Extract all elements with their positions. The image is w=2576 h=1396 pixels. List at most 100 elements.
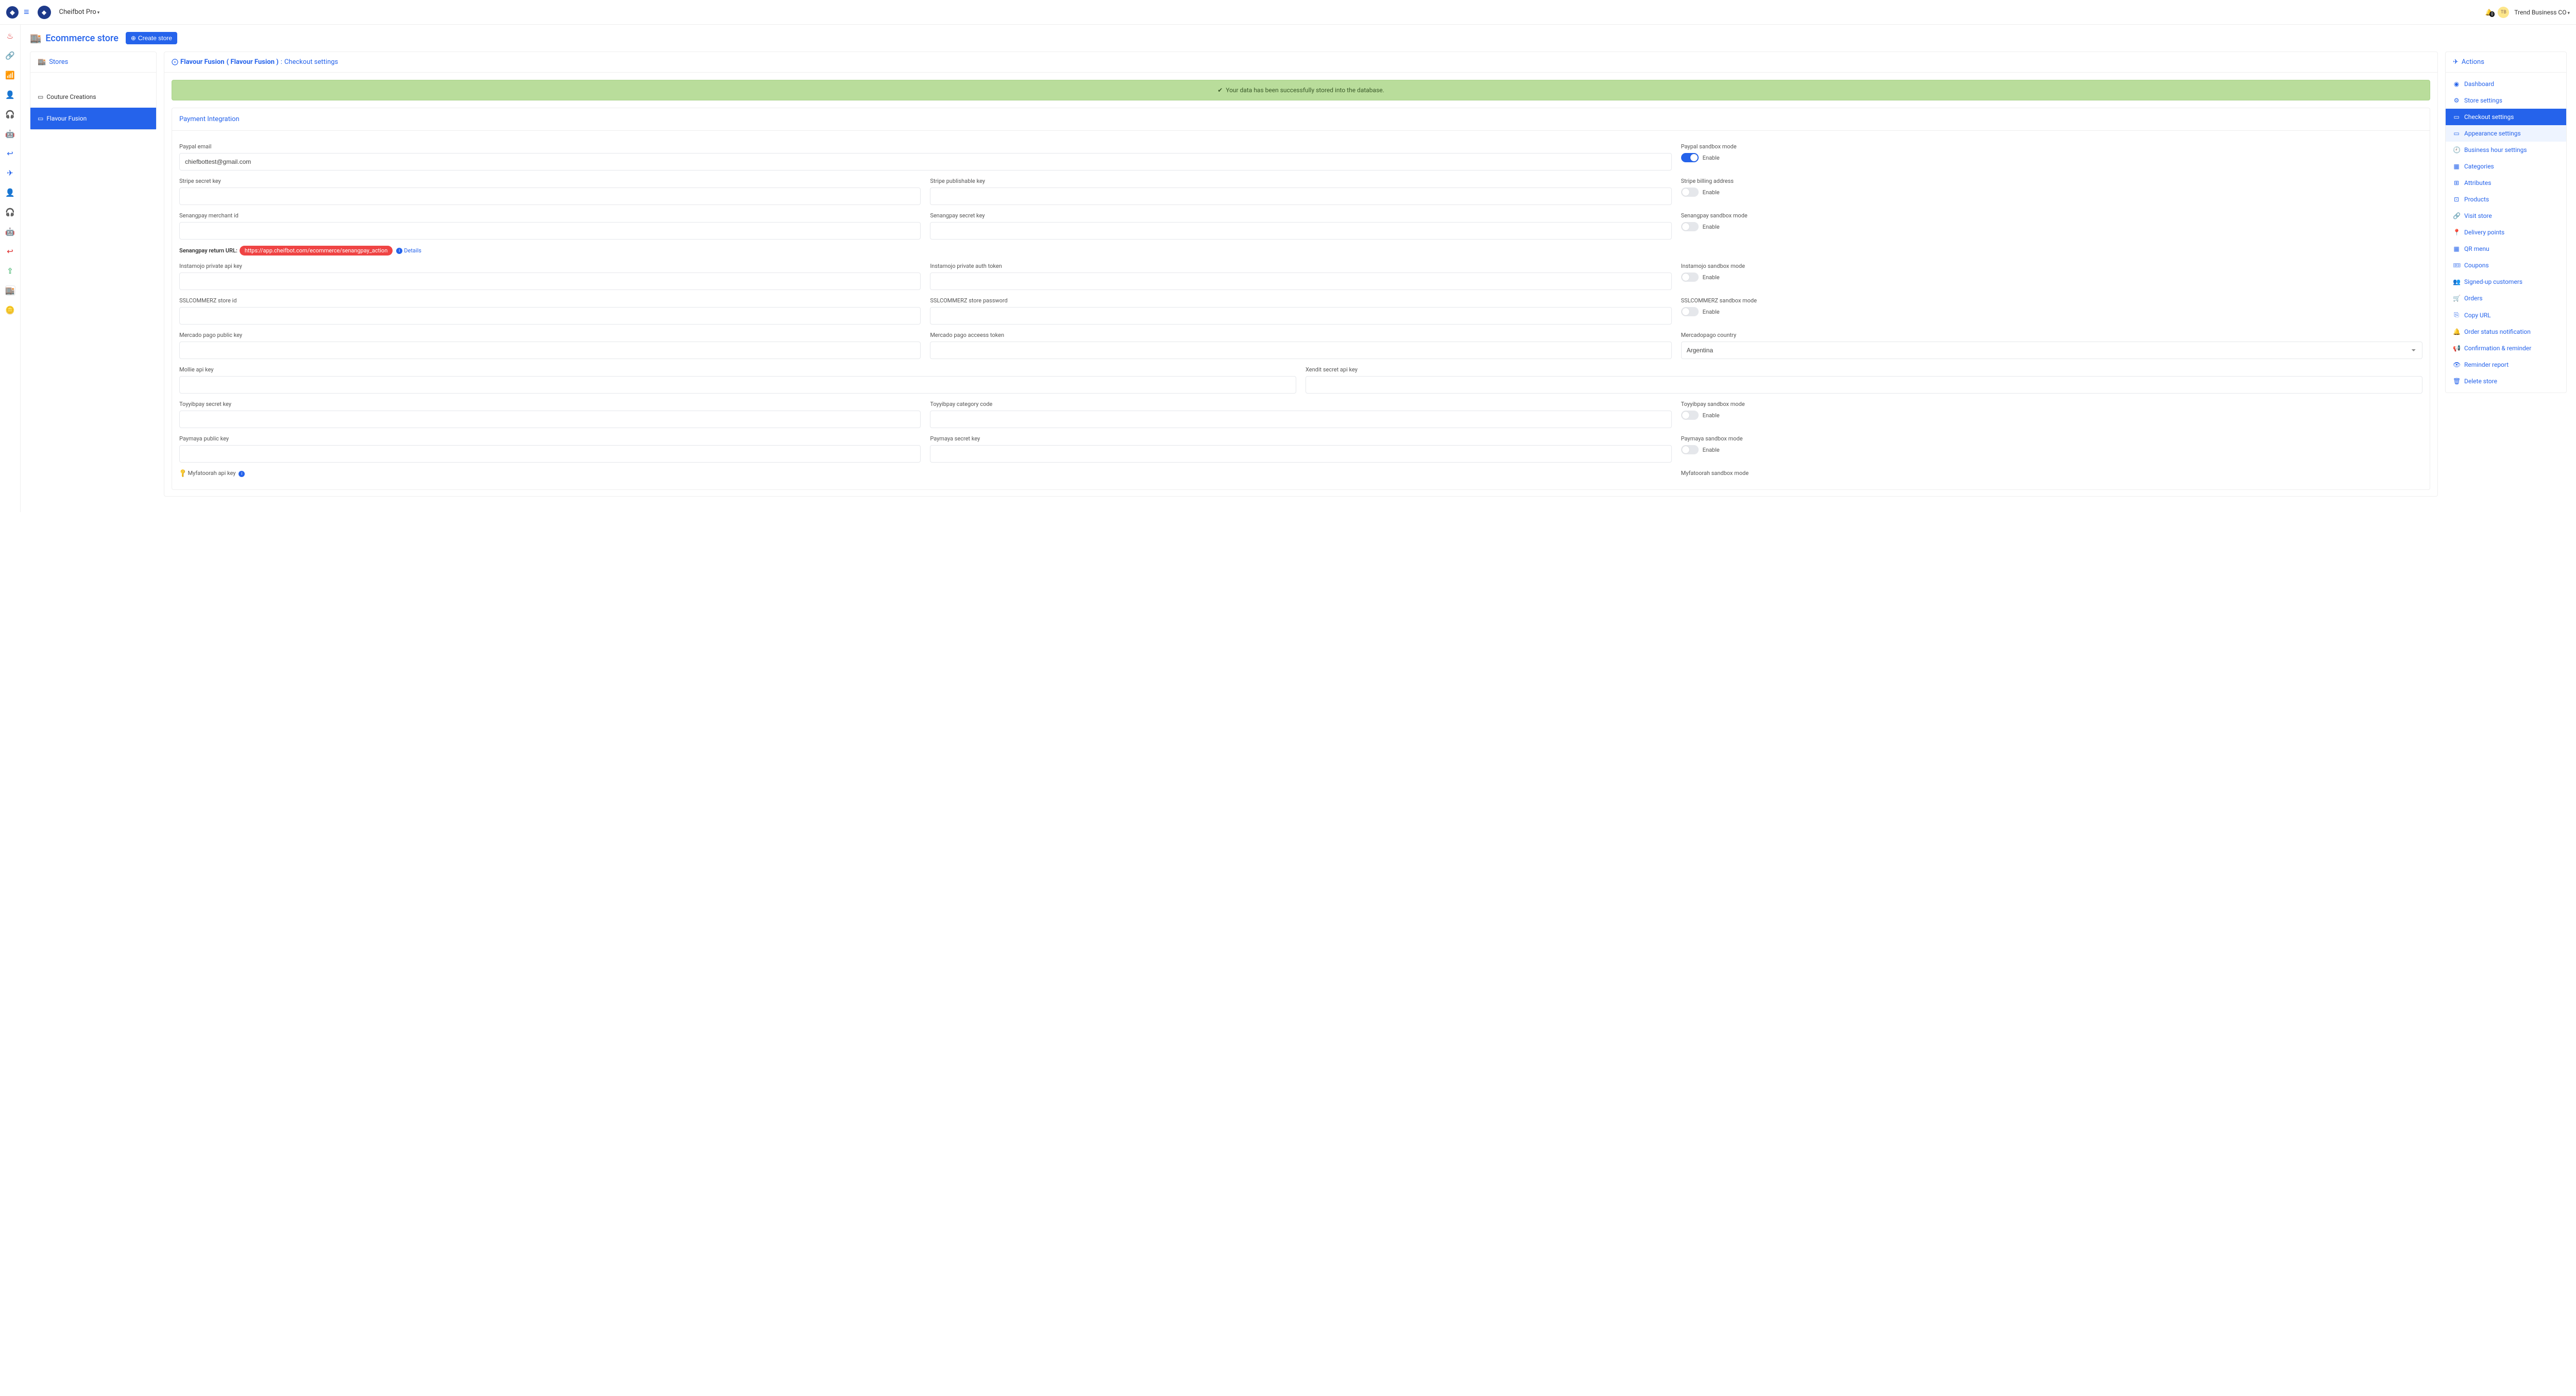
action-item-order-status-notification[interactable]: 🔔Order status notification (2446, 324, 2566, 340)
toggle-paymaya-sandbox[interactable] (1681, 445, 1699, 454)
notifications-icon[interactable]: 🔔0 (2485, 9, 2493, 16)
plus-circle-icon: ⊕ (131, 35, 136, 42)
action-label: Orders (2464, 295, 2483, 302)
action-item-confirmation-reminder[interactable]: 📢Confirmation & reminder (2446, 340, 2566, 356)
action-icon: ▭ (2453, 113, 2460, 121)
rail-reply2-icon[interactable]: ↩ (5, 246, 15, 257)
rail-bot2-icon[interactable]: 🤖 (5, 227, 15, 237)
rail-reply-icon[interactable]: ↩ (5, 148, 15, 159)
action-item-products[interactable]: ⊡Products (2446, 191, 2566, 208)
store-item-couture[interactable]: ▭ Couture Creations (30, 86, 156, 108)
action-label: Delivery points (2464, 229, 2504, 236)
action-item-checkout-settings[interactable]: ▭Checkout settings (2446, 109, 2566, 125)
senangpay-return-row: Senangpay return URL: https://app.cheifb… (179, 246, 2422, 256)
toyyib-secret-input[interactable] (179, 411, 921, 428)
info-icon[interactable]: i (239, 471, 245, 477)
action-item-attributes[interactable]: ⊞Attributes (2446, 175, 2566, 191)
toggle-toyyib-sandbox[interactable] (1681, 411, 1699, 420)
action-icon: 🎟 (2453, 262, 2460, 269)
paymaya-secret-input[interactable] (930, 445, 1671, 463)
action-icon: ⊞ (2453, 179, 2460, 186)
action-item-visit-store[interactable]: 🔗Visit store (2446, 208, 2566, 224)
ssl-store-input[interactable] (179, 307, 921, 325)
action-item-signed-up-customers[interactable]: 👥Signed-up customers (2446, 274, 2566, 290)
action-item-categories[interactable]: ▦Categories (2446, 158, 2566, 175)
link-icon: ⨀ (172, 58, 178, 66)
stores-panel: 🏬 Stores ▭ Couture Creations ▭ Flavour F… (30, 52, 157, 130)
action-label: Business hour settings (2464, 146, 2527, 154)
action-label: Store settings (2464, 97, 2502, 104)
label-paymaya-pub: Paymaya public key (179, 435, 921, 442)
mp-public-input[interactable] (179, 342, 921, 359)
label-paypal-sandbox: Paypal sandbox mode (1681, 143, 2422, 150)
action-item-orders[interactable]: 🛒 Orders (2446, 290, 2566, 307)
rail-send-icon[interactable]: ✈ (5, 168, 15, 178)
mollie-input[interactable] (179, 376, 1296, 394)
action-icon: 🛒 (2453, 295, 2460, 302)
label-ssl-pass: SSLCOMMERZ store password (930, 297, 1671, 304)
stripe-pub-input[interactable] (930, 188, 1671, 205)
actions-panel: ✈ Actions ◉Dashboard⚙Store settings▭Chec… (2445, 52, 2567, 393)
mp-token-input[interactable] (930, 342, 1671, 359)
rail-user2-icon[interactable]: 👤 (5, 188, 15, 198)
paymaya-pub-input[interactable] (179, 445, 921, 463)
action-icon: ▦ (2453, 163, 2460, 170)
action-item-store-settings[interactable]: ⚙Store settings (2446, 92, 2566, 109)
toggle-ssl-sandbox[interactable] (1681, 307, 1699, 316)
action-icon: 🔗 (2453, 212, 2460, 219)
menu-toggle-icon[interactable]: ≡ (24, 7, 29, 18)
action-item-reminder-report[interactable]: 👁Reminder report (2446, 356, 2566, 373)
action-item-dashboard[interactable]: ◉ Dashboard (2446, 76, 2566, 92)
senang-secret-input[interactable] (930, 222, 1671, 240)
action-item-coupons[interactable]: 🎟Coupons (2446, 257, 2566, 274)
rail-coins-icon[interactable]: 🪙 (5, 305, 15, 315)
action-icon: 👁 (2453, 361, 2460, 368)
label-toyyib-sandbox: Toyyibpay sandbox mode (1681, 401, 2422, 407)
rail-link-icon[interactable]: 🔗 (5, 50, 15, 61)
rail-store-icon[interactable]: 🏬 (5, 285, 15, 296)
action-item-business-hour-settings[interactable]: 🕘 Business hour settings (2446, 142, 2566, 158)
insta-auth-input[interactable] (930, 273, 1671, 290)
action-item-delete-store[interactable]: 🗑Delete store (2446, 373, 2566, 389)
action-label: Confirmation & reminder (2464, 345, 2531, 352)
mp-country-select[interactable]: Argentina (1681, 342, 2422, 359)
rail-headset-icon[interactable]: 🎧 (5, 109, 15, 120)
paypal-email-input[interactable] (179, 153, 1672, 171)
toggle-insta-sandbox[interactable] (1681, 273, 1699, 282)
label-paypal-email: Paypal email (179, 143, 1672, 150)
toyyib-cat-input[interactable] (930, 411, 1671, 428)
label-ssl-store: SSLCOMMERZ store id (179, 297, 921, 304)
rail-user-icon[interactable]: 👤 (5, 90, 15, 100)
stripe-secret-input[interactable] (179, 188, 921, 205)
rail-headset2-icon[interactable]: 🎧 (5, 207, 15, 217)
details-link[interactable]: iDetails (395, 247, 421, 254)
action-item-delivery-points[interactable]: 📍Delivery points (2446, 224, 2566, 241)
action-icon: ⊡ (2453, 196, 2460, 203)
toggle-paypal-sandbox[interactable] (1681, 153, 1699, 162)
rail-export-icon[interactable]: ⇪ (5, 266, 15, 276)
toggle-senang-sandbox[interactable] (1681, 222, 1699, 231)
action-item-appearance-settings[interactable]: ▭Appearance settings (2446, 125, 2566, 142)
rail-fire-icon[interactable]: ♨ (5, 31, 15, 41)
brand-dropdown[interactable]: Cheifbot Pro▾ (59, 8, 100, 16)
create-store-button[interactable]: ⊕ Create store (126, 32, 177, 44)
insta-private-input[interactable] (179, 273, 921, 290)
xendit-input[interactable] (1306, 376, 2422, 394)
toggle-stripe-billing[interactable] (1681, 188, 1699, 197)
brand-logo-icon: ◆ (38, 6, 51, 19)
action-icon: 🕘 (2453, 146, 2460, 154)
rail-wifi-icon[interactable]: 📶 (5, 70, 15, 80)
store-item-flavour[interactable]: ▭ Flavour Fusion (30, 108, 156, 129)
action-item-copy-url[interactable]: ⎘Copy URL (2446, 307, 2566, 324)
action-icon: ◉ (2453, 80, 2460, 88)
action-item-qr-menu[interactable]: ▦QR menu (2446, 241, 2566, 257)
senang-merchant-input[interactable] (179, 222, 921, 240)
notification-count-badge: 0 (2489, 11, 2495, 17)
user-avatar[interactable]: TB (2498, 7, 2509, 18)
rail-bot-icon[interactable]: 🤖 (5, 129, 15, 139)
action-label: Dashboard (2464, 80, 2494, 88)
user-menu[interactable]: Trend Business CO▾ (2514, 9, 2570, 16)
label-myfatoorah-sandbox: Myfatoorah sandbox mode (1681, 470, 2422, 476)
card-icon: ▭ (38, 93, 43, 100)
ssl-pass-input[interactable] (930, 307, 1671, 325)
